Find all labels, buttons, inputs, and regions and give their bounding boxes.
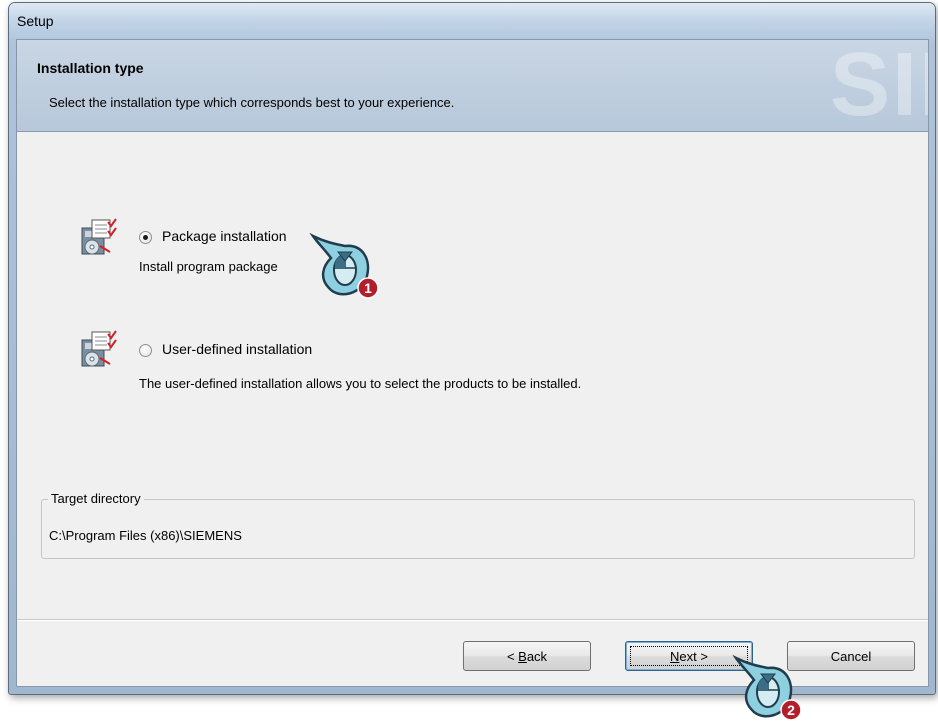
package-installation-description: Install program package (139, 259, 278, 274)
back-button-prefix: < (506, 648, 519, 664)
target-directory-path: C:\Program Files (x86)\SIEMENS (49, 528, 242, 543)
back-button-rest: ack (526, 648, 548, 664)
page-subtitle: Select the installation type which corre… (49, 95, 455, 110)
back-button[interactable]: < Back (463, 641, 591, 671)
user-defined-installation-radio[interactable] (139, 344, 152, 357)
next-button-rest: ext > (679, 648, 708, 664)
user-defined-installation-description: The user-defined installation allows you… (139, 376, 582, 391)
user-defined-installation-label[interactable]: User-defined installation (162, 341, 312, 357)
target-directory-legend: Target directory (48, 491, 144, 506)
siemens-watermark: SII (829, 40, 928, 132)
page-title: Installation type (37, 60, 144, 76)
click-callout-2: 2 (732, 654, 802, 721)
step-number-2: 2 (787, 702, 795, 718)
step-number-1: 1 (364, 280, 372, 296)
package-installation-radio[interactable] (139, 231, 152, 244)
target-directory-group: Target directory C:\Program Files (x86)\… (41, 491, 915, 559)
installer-package-icon (81, 218, 117, 255)
dialog-header: SII Installation type Select the install… (17, 40, 928, 132)
installer-custom-icon (81, 330, 117, 367)
dialog-client-area: SII Installation type Select the install… (16, 39, 929, 687)
setup-window: Setup SII Installation type Select the i… (8, 2, 936, 695)
footer-separator (17, 619, 928, 621)
next-button-mnemonic: N (670, 648, 680, 664)
click-callout-1: 1 (309, 232, 379, 299)
back-button-mnemonic: B (518, 648, 527, 664)
window-title: Setup (17, 13, 54, 29)
title-bar[interactable]: Setup (9, 3, 935, 39)
package-installation-label[interactable]: Package installation (162, 228, 287, 244)
cancel-button-label: Cancel (830, 648, 872, 664)
